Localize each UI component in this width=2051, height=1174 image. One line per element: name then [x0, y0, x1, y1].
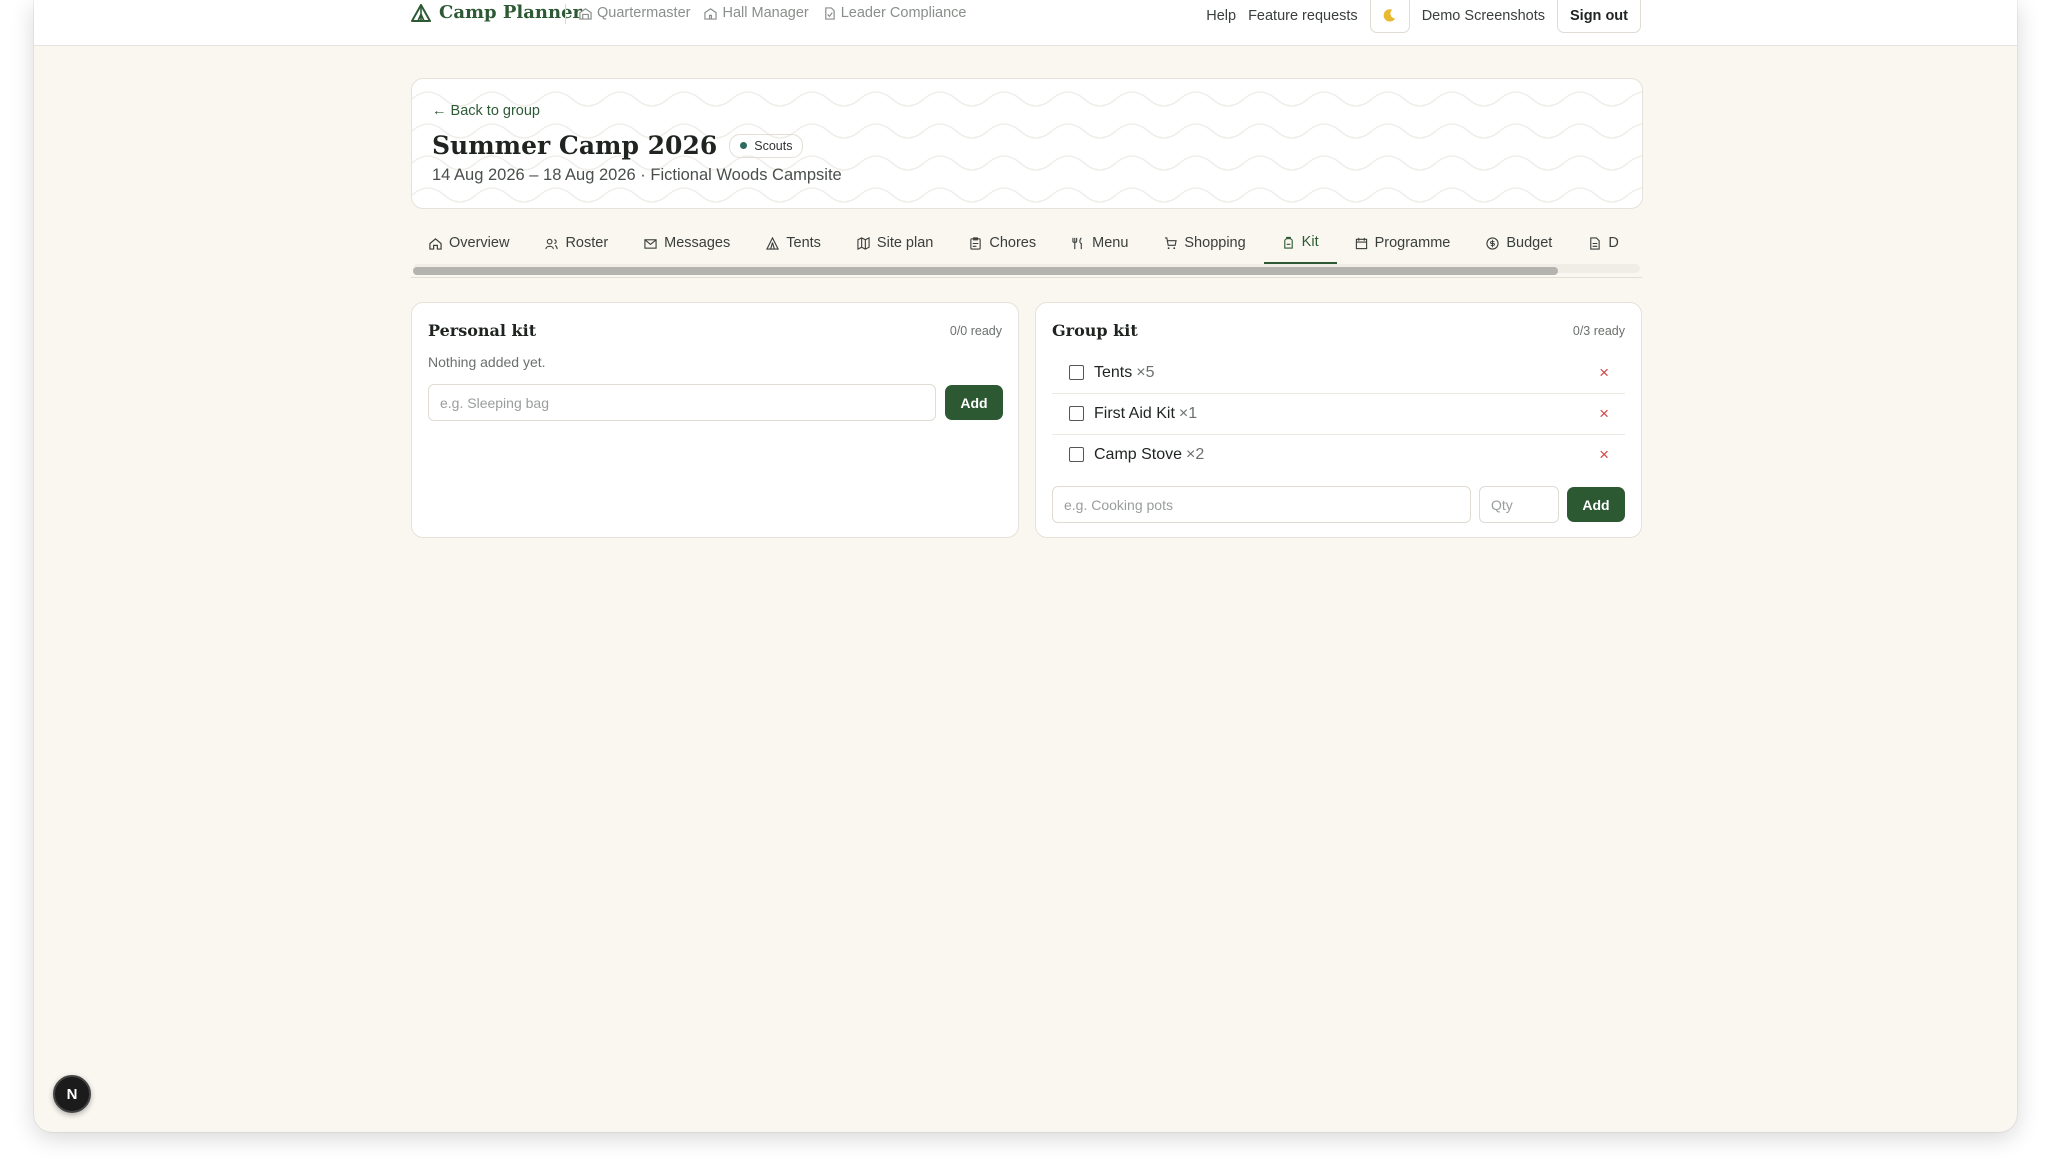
item-checkbox[interactable]: [1069, 447, 1084, 462]
nav-leader-compliance[interactable]: Leader Compliance: [823, 5, 967, 21]
empty-message: Nothing added yet.: [428, 354, 546, 370]
tab-tents[interactable]: Tents: [748, 222, 839, 264]
warehouse-icon: [579, 7, 592, 20]
document-check-icon: [824, 6, 835, 20]
home-icon: [429, 237, 442, 250]
backpack-icon: [1283, 236, 1293, 249]
tab-overview[interactable]: Overview: [411, 222, 527, 264]
moon-icon: [1383, 9, 1396, 22]
item-name: Tents: [1094, 363, 1133, 381]
dev-tools-badge[interactable]: N: [53, 1075, 91, 1113]
divider: [565, 4, 566, 24]
help-link[interactable]: Help: [1206, 8, 1236, 24]
tab-label: D: [1608, 235, 1619, 251]
nav-hall-manager[interactable]: Hall Manager: [704, 5, 809, 21]
add-group-item-button[interactable]: Add: [1567, 487, 1625, 522]
item-checkbox[interactable]: [1069, 406, 1084, 421]
tab-budget[interactable]: Budget: [1468, 222, 1570, 264]
tab-label: Menu: [1092, 235, 1129, 251]
users-icon: [545, 238, 559, 249]
mail-icon: [644, 238, 657, 249]
remove-item-button[interactable]: ×: [1599, 363, 1609, 383]
tab-shopping[interactable]: Shopping: [1146, 222, 1263, 264]
tab-label: Tents: [786, 235, 821, 251]
item-name: First Aid Kit: [1094, 404, 1175, 422]
personal-kit-card: Personal kit 0/0 ready Nothing added yet…: [411, 302, 1019, 538]
map-icon: [857, 236, 870, 250]
tab-documents[interactable]: D: [1570, 222, 1636, 264]
tab-programme[interactable]: Programme: [1337, 222, 1469, 264]
back-to-group-link[interactable]: ← Back to group: [432, 103, 540, 119]
calendar-icon: [1355, 237, 1367, 249]
list-item: Tents ×5 ×: [1052, 352, 1625, 394]
sign-out-button[interactable]: Sign out: [1557, 0, 1641, 33]
item-qty: ×2: [1186, 445, 1205, 463]
document-icon: [1590, 236, 1601, 250]
group-kit-title: Group kit: [1052, 321, 1138, 340]
group-kit-card: Group kit 0/3 ready Tents ×5 × First Aid…: [1035, 302, 1642, 538]
tab-roster[interactable]: Roster: [527, 222, 626, 264]
tent-logo-icon: [411, 3, 431, 22]
tab-label: Chores: [989, 235, 1037, 251]
tab-label: Roster: [565, 235, 609, 251]
clipboard-icon: [970, 236, 982, 250]
coin-icon: [1486, 236, 1499, 250]
remove-item-button[interactable]: ×: [1599, 404, 1609, 424]
tab-chores[interactable]: Chores: [951, 222, 1054, 264]
page-title: Summer Camp 2026: [432, 131, 718, 160]
cart-icon: [1165, 236, 1178, 249]
tabs-scrollbar-thumb[interactable]: [413, 267, 1558, 275]
badge-dot: [740, 142, 748, 149]
group-kit-count: 0/3 ready: [1572, 324, 1625, 338]
user-name: Demo Screenshots: [1421, 8, 1545, 24]
tab-label: Site plan: [876, 235, 934, 251]
tab-label: Kit: [1301, 234, 1319, 250]
tent-icon: [766, 236, 780, 250]
product-nav: Quartermaster Hall Manager Leader Compli…: [579, 5, 966, 21]
tab-label: Messages: [664, 235, 731, 251]
tab-messages[interactable]: Messages: [626, 222, 748, 264]
tab-label: Overview: [449, 235, 510, 251]
quantity-input[interactable]: [1479, 486, 1559, 523]
list-item: Camp Stove ×2 ×: [1052, 434, 1625, 475]
add-personal-item-button[interactable]: Add: [945, 385, 1003, 420]
item-checkbox[interactable]: [1069, 365, 1084, 380]
tab-label: Shopping: [1184, 235, 1246, 251]
top-bar: Camp Planner Quartermaster Hall Manager …: [34, 0, 2017, 46]
tab-label: Programme: [1374, 235, 1451, 251]
title-row: Summer Camp 2026 Scouts: [432, 131, 804, 160]
utensils-icon: [1072, 237, 1082, 249]
personal-kit-title: Personal kit: [428, 321, 537, 340]
building-icon: [704, 7, 718, 20]
tab-label: Budget: [1506, 235, 1553, 251]
app-window: Camp Planner Quartermaster Hall Manager …: [34, 0, 2017, 1132]
nav-leader-compliance-label: Leader Compliance: [840, 5, 967, 21]
item-name: Camp Stove: [1094, 445, 1183, 463]
personal-item-input[interactable]: [428, 384, 936, 421]
tab-kit[interactable]: Kit: [1263, 222, 1337, 264]
item-qty: ×1: [1178, 404, 1198, 422]
remove-item-button[interactable]: ×: [1599, 445, 1609, 465]
tab-site-plan[interactable]: Site plan: [839, 222, 951, 264]
user-nav: Help Feature requests Demo Screenshots S…: [1206, 0, 1641, 33]
app-name: Camp Planner: [439, 2, 583, 23]
nav-hall-manager-label: Hall Manager: [722, 5, 809, 21]
event-header: ← Back to group Summer Camp 2026 Scouts …: [411, 78, 1643, 209]
badge-label: Scouts: [754, 138, 793, 153]
feature-requests-link[interactable]: Feature requests: [1248, 8, 1358, 24]
list-item: First Aid Kit ×1 ×: [1052, 393, 1625, 435]
section-tabs: Overview Roster Messages Tents Site plan…: [411, 222, 1642, 278]
theme-toggle-button[interactable]: [1369, 0, 1410, 33]
tab-menu[interactable]: Menu: [1054, 222, 1146, 264]
nav-quartermaster[interactable]: Quartermaster: [579, 5, 690, 21]
group-item-input[interactable]: [1052, 486, 1471, 523]
app-logo[interactable]: Camp Planner: [411, 2, 582, 23]
personal-kit-count: 0/0 ready: [949, 324, 1002, 338]
nav-quartermaster-label: Quartermaster: [597, 5, 691, 21]
item-qty: ×5: [1136, 363, 1155, 381]
section-badge: Scouts: [729, 133, 804, 158]
event-dates-location: 14 Aug 2026 – 18 Aug 2026 · Fictional Wo…: [432, 166, 842, 184]
